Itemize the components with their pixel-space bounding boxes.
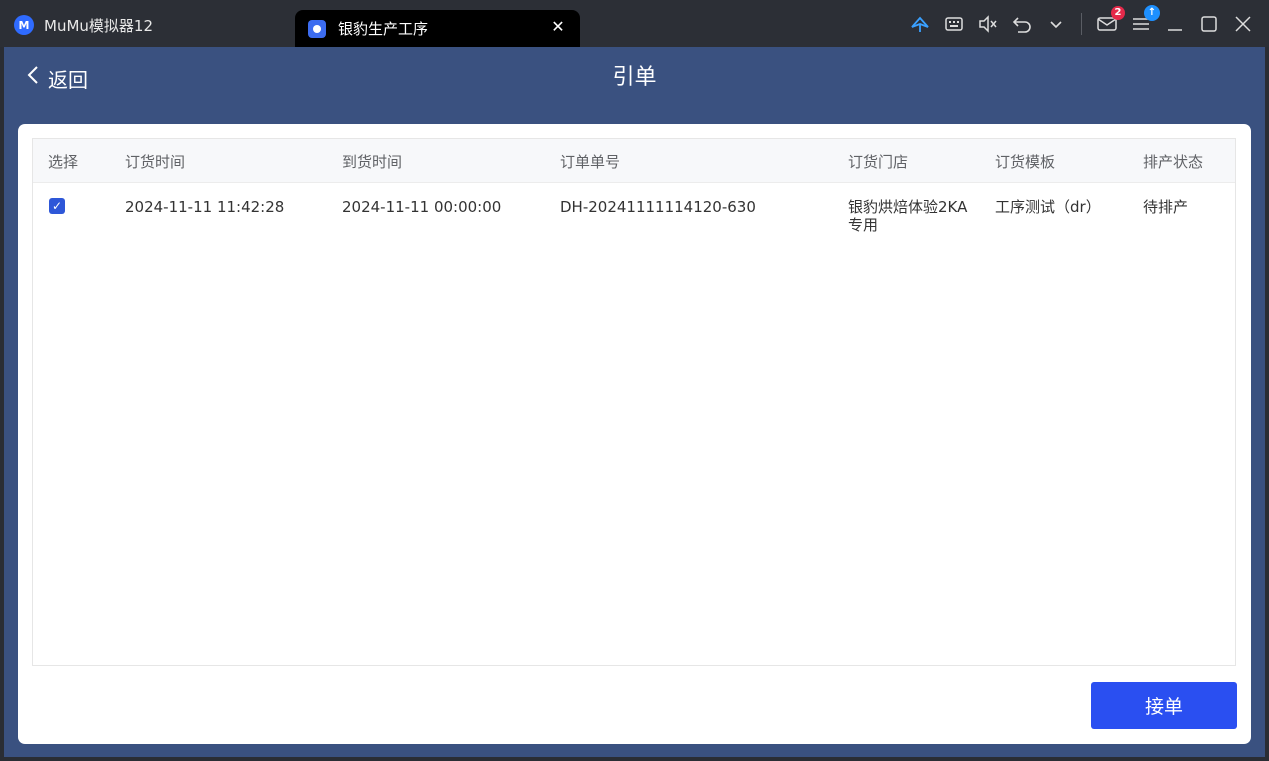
table-header: 选择 订货时间 到货时间 订单单号 订货门店 订货模板 排产状态 [33, 139, 1235, 183]
chevron-down-icon[interactable] [1046, 14, 1066, 34]
close-icon[interactable] [1233, 14, 1253, 34]
tab-close-icon[interactable]: ✕ [548, 17, 568, 37]
cell-store-line2: 专用 [848, 216, 879, 234]
undo-icon[interactable] [1012, 14, 1032, 34]
order-table: 选择 订货时间 到货时间 订单单号 订货门店 订货模板 排产状态 ✓ 2024-… [32, 138, 1236, 666]
header-arrival-time: 到货时间 [342, 153, 403, 171]
mail-icon[interactable]: 2 [1097, 5, 1125, 34]
keyboard-icon[interactable] [944, 14, 964, 34]
cell-arrival-time: 2024-11-11 00:00:00 [342, 198, 502, 216]
app-header: 返回 引单 [4, 47, 1265, 109]
feather-icon[interactable] [910, 14, 930, 34]
header-template: 订货模板 [995, 153, 1056, 171]
cell-store: 银豹烘焙体验2KA 专用 [848, 198, 988, 234]
tab-mumu[interactable]: M MuMu模拟器12 [14, 10, 284, 40]
cell-order-time: 2024-11-11 11:42:28 [125, 198, 285, 216]
tab-active-label: 银豹生产工序 [338, 20, 429, 38]
toolbar-divider [1081, 12, 1082, 35]
header-order-time: 订货时间 [125, 153, 186, 171]
volume-muted-icon[interactable] [978, 14, 998, 34]
mumu-logo-icon: M [14, 15, 34, 35]
maximize-icon[interactable] [1199, 14, 1219, 34]
titlebar-toolbar: 2 ↑ [903, 0, 1269, 47]
mail-badge: 2 [1111, 5, 1125, 20]
page-title: 引单 [612, 65, 657, 90]
tab-active-app[interactable]: 银豹生产工序 ✕ [295, 10, 580, 47]
cell-status: 待排产 [1143, 198, 1189, 216]
header-status: 排产状态 [1143, 153, 1204, 171]
cell-template: 工序测试（dr） [995, 198, 1101, 216]
cell-order-no: DH-20241111114120-630 [560, 198, 756, 216]
header-order-no: 订单单号 [560, 153, 621, 171]
menu-icon[interactable]: ↑ [1131, 4, 1160, 34]
row-checkbox[interactable]: ✓ [49, 198, 65, 214]
header-select: 选择 [48, 153, 79, 171]
window-titlebar: M MuMu模拟器12 银豹生产工序 ✕ 2 ↑ [0, 0, 1269, 47]
order-card: 选择 订货时间 到货时间 订单单号 订货门店 订货模板 排产状态 ✓ 2024-… [18, 124, 1251, 744]
update-badge: ↑ [1144, 4, 1160, 21]
cell-store-line1: 银豹烘焙体验2KA [848, 198, 968, 216]
tab-mumu-label: MuMu模拟器12 [44, 16, 153, 35]
app-tab-icon [308, 19, 326, 38]
table-row[interactable]: ✓ 2024-11-11 11:42:28 2024-11-11 00:00:0… [33, 183, 1235, 243]
accept-order-button[interactable]: 接单 [1091, 682, 1237, 729]
minimize-icon[interactable] [1165, 14, 1185, 34]
header-store: 订货门店 [848, 153, 909, 171]
